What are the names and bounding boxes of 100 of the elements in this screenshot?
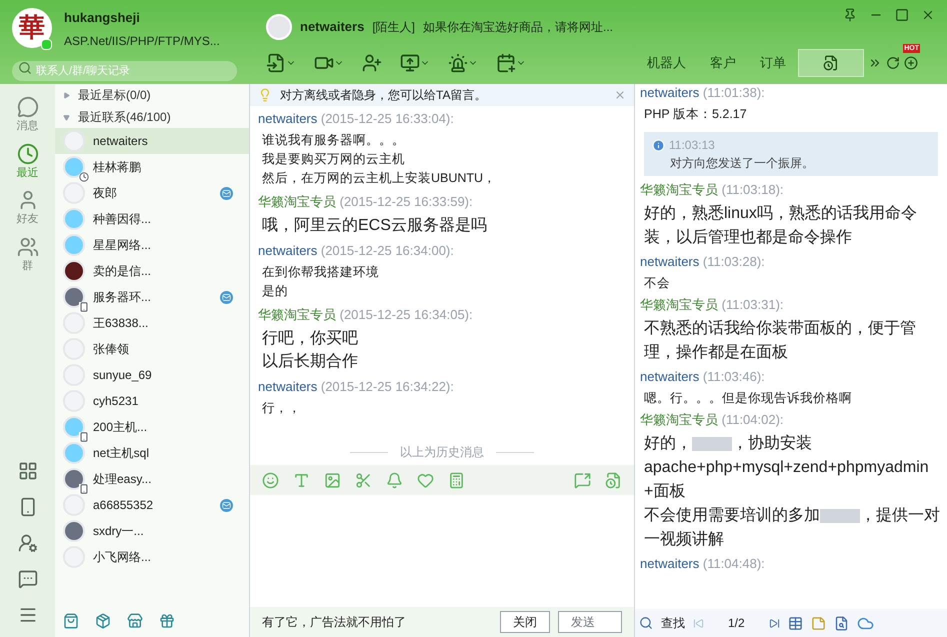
message-text: 行吧，你买吧 [262, 329, 359, 349]
gift-icon[interactable] [159, 613, 175, 629]
avatar [63, 494, 85, 516]
contact-item[interactable]: 处理easy... [55, 466, 249, 492]
message-text: 我是要购买万网的云主机 [262, 151, 406, 168]
message-text: 好的，熟悉linux吗，熟悉的话我用命令装，以后管理也都是命令操作 [644, 204, 918, 248]
message-header: netwaiters (2015-12-25 16:34:22): [258, 378, 455, 396]
user-gear-icon[interactable] [18, 533, 38, 553]
contact-item[interactable]: 桂林蒋鹏 [55, 154, 249, 180]
profile-avatar[interactable]: 華 [12, 8, 52, 48]
add-icon[interactable] [904, 56, 918, 70]
contact-item[interactable]: sxdry一... [55, 518, 249, 544]
tab[interactable]: 订单 [748, 49, 798, 77]
message-header: netwaiters (11:04:48): [640, 555, 766, 573]
message-text: 行，， [262, 400, 302, 417]
message-box-icon[interactable] [18, 569, 38, 589]
contact-item[interactable]: 王63838... [55, 310, 249, 336]
contact-item[interactable]: a66855352 [55, 492, 249, 518]
find-label[interactable]: 查找 [661, 614, 685, 632]
message-header: netwaiters (11:03:46): [640, 368, 766, 386]
message-header: netwaiters (2015-12-25 16:34:00): [258, 242, 455, 260]
expand-arrow-icon[interactable] [63, 114, 70, 120]
tab[interactable]: 机器人 [635, 49, 698, 77]
system-notice: 11:03:13 对方向您发送了一个振屏。 [644, 132, 938, 176]
document-clock-icon [823, 55, 839, 71]
message-icon [16, 96, 38, 118]
screen-share-icon[interactable] [400, 53, 420, 73]
maximize-button[interactable] [895, 8, 909, 22]
message-text: apache+php+mysql+zend+phpmyadmin+面板 [644, 458, 930, 502]
pin-icon[interactable] [843, 8, 857, 22]
contact-item[interactable]: 夜郎 [55, 180, 249, 206]
contact-item[interactable]: netwaiters [55, 128, 249, 154]
message-text: 不会 [644, 275, 671, 292]
avatar [63, 234, 85, 256]
contact-name: netwaiters [300, 18, 364, 36]
message-header: 华籁淘宝专员 (2015-12-25 16:34:05): [258, 306, 474, 324]
calendar-add-icon[interactable] [496, 53, 516, 73]
avatar [63, 520, 85, 542]
contact-item[interactable]: 200主机... [55, 414, 249, 440]
avatar [63, 260, 85, 282]
tab[interactable] [798, 49, 864, 77]
lightbulb-icon [258, 88, 272, 102]
contact-item[interactable]: 服务器环... [55, 284, 249, 310]
contact-item[interactable]: 种善因得... [55, 206, 249, 232]
profile-name: hukangsheji [64, 9, 141, 27]
page-indicator: 1/2 [728, 615, 745, 632]
dialog-button[interactable]: 关闭 [500, 611, 550, 633]
message-header: 华籁淘宝专员 (11:03:31): [640, 296, 785, 314]
avatar [63, 416, 85, 438]
ad-slogan: 有了它，广告法就不用怕了 [262, 614, 406, 631]
message-text: PHP 版本：5.2.17 [644, 106, 748, 123]
search-icon [18, 60, 32, 74]
message-header: 华籁淘宝专员 (11:03:18): [640, 181, 785, 199]
search-icon [639, 616, 653, 630]
store-icon[interactable] [127, 613, 143, 629]
message-text: 好的， ，协助安装 [644, 434, 813, 454]
message-text: 不熟悉的话我给你装带面板的，便于管理，操作都是在面板 [644, 318, 917, 363]
refresh-icon[interactable] [886, 56, 900, 70]
alarm-icon[interactable] [448, 53, 468, 73]
group-icon [16, 236, 38, 258]
contact-tag: [陌生人] [372, 18, 415, 36]
message-text: 以后长期合作 [262, 352, 359, 372]
message-text: 谁说我有服务器啊。。。 [262, 132, 406, 149]
message-header: netwaiters (2015-12-25 16:33:04): [258, 110, 455, 128]
contact-signature: 如果你在淘宝选好商品，请将网址... [422, 19, 613, 36]
message-text: 哦，阿里云的ECS云服务器是吗 [262, 216, 488, 236]
avatar [63, 442, 85, 464]
message-text: 在到你帮我搭建环境 [262, 264, 380, 281]
message-text: 不会使用需要培训的多加 ，提供一对一视频讲解 [644, 506, 941, 550]
contact-item[interactable]: cyh5231 [55, 388, 249, 414]
avatar [63, 286, 85, 308]
group-header[interactable]: 最近星标(0/0) [78, 86, 151, 104]
package-icon[interactable] [95, 613, 111, 629]
message-header: 华籁淘宝专员 (11:04:02): [640, 411, 785, 429]
contact-item[interactable]: 张俸领 [55, 336, 249, 362]
clock-icon [16, 142, 38, 164]
contact-item[interactable]: sunyue_69 [55, 362, 249, 388]
contact-item[interactable]: 小飞网络... [55, 544, 249, 570]
avatar [63, 130, 85, 152]
contact-item[interactable]: net主机sql [55, 440, 249, 466]
file-transfer-icon[interactable] [266, 53, 286, 73]
tab[interactable]: 客户 [698, 49, 748, 77]
info-icon [652, 138, 665, 152]
message-header: netwaiters (11:01:38): [640, 84, 766, 102]
group-header[interactable]: 最近联系(46/100) [78, 108, 171, 126]
bag-icon[interactable] [63, 613, 79, 629]
avatar [63, 208, 85, 230]
document-icon[interactable] [834, 616, 849, 630]
message-text: 然后，在万网的云主机上安装UBUNTU， [262, 170, 498, 187]
contact-item[interactable]: 卖的是信... [55, 258, 249, 284]
avatar [63, 182, 85, 204]
message-header: netwaiters (11:03:28): [640, 253, 766, 271]
contact-item[interactable]: 星星网络... [55, 232, 249, 258]
message-header: 华籁淘宝专员 (2015-12-25 16:33:59): [258, 193, 474, 211]
last-page-icon[interactable] [768, 618, 780, 628]
apps-icon[interactable] [18, 461, 38, 481]
close-button[interactable] [921, 8, 935, 22]
table-icon[interactable] [788, 616, 803, 630]
expand-arrow-icon[interactable] [63, 92, 70, 98]
add-user-icon[interactable] [362, 53, 382, 73]
